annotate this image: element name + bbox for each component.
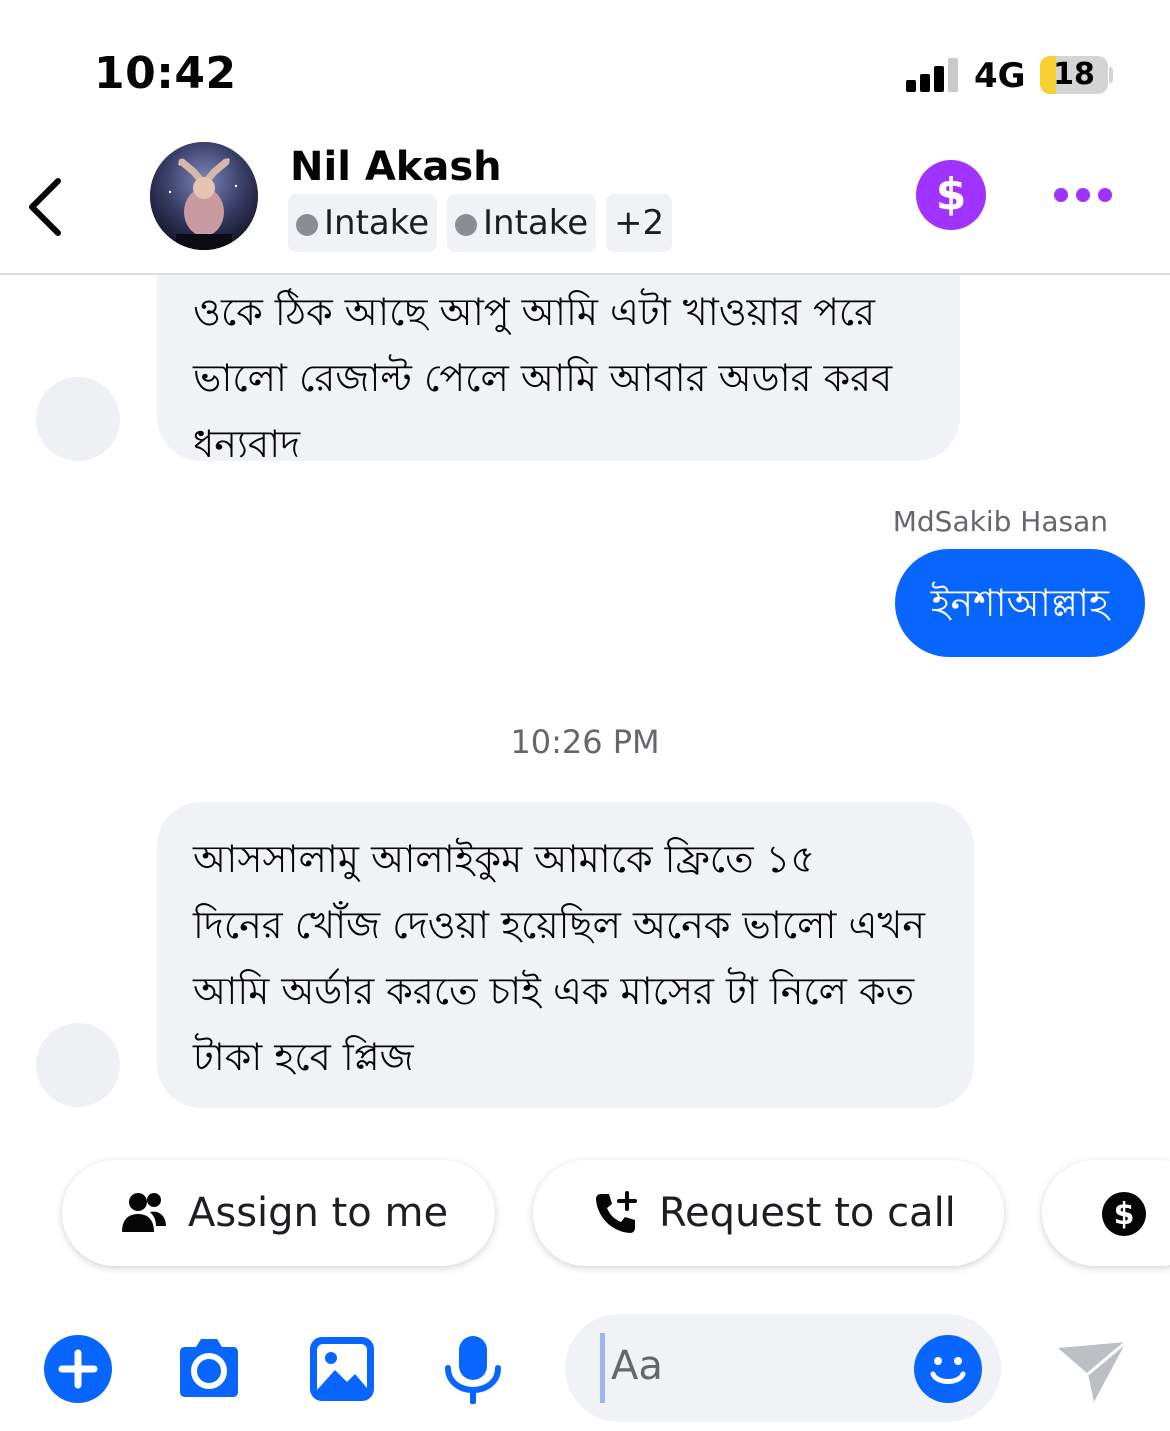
gallery-photo-icon[interactable]	[307, 1334, 377, 1404]
phone-plus-icon	[596, 1191, 637, 1233]
signal-strength-icon	[906, 56, 958, 92]
send-icon[interactable]	[1056, 1340, 1128, 1404]
sender-name: MdSakib Hasan	[892, 505, 1108, 538]
emoji-smile-icon[interactable]	[913, 1334, 983, 1404]
message-line: আমি অর্ডার করতে চাই এক মাসের টা নিলে কত	[193, 969, 915, 1013]
label-chip-intake[interactable]: Intake	[288, 194, 438, 252]
message-thread[interactable]: ওকে ঠিক আছে আপু আমি এটা খাওয়ার পরে ভালো…	[0, 275, 1170, 1135]
message-input-placeholder: Aa	[611, 1343, 663, 1389]
contact-name[interactable]: Nil Akash	[290, 144, 502, 190]
incoming-message-bubble[interactable]: ওকে ঠিক আছে আপু আমি এটা খাওয়ার পরে ভালো…	[157, 275, 960, 466]
message-line: আসসালামু আলাইকুম আমাকে ফ্রিতে ১৫	[193, 837, 815, 881]
people-icon	[122, 1193, 166, 1232]
camera-icon[interactable]	[174, 1334, 244, 1404]
status-time: 10:42	[94, 48, 237, 99]
text-caret	[600, 1333, 605, 1403]
assign-to-me-label: Assign to me	[188, 1190, 449, 1236]
contact-avatar[interactable]	[150, 142, 258, 250]
battery-level: 18	[1053, 57, 1095, 92]
label-dot-icon	[296, 214, 318, 236]
sender-avatar-placeholder	[36, 377, 120, 461]
more-labels-chip[interactable]: +2	[606, 194, 673, 252]
message-line: ধন্যবাদ	[193, 422, 301, 466]
battery-tip	[1109, 67, 1113, 83]
payment-quick-action-button[interactable]: $	[1042, 1160, 1170, 1266]
label-text: Intake	[324, 203, 430, 243]
network-type: 4G	[974, 56, 1026, 96]
battery-icon: 18	[1040, 56, 1108, 94]
message-line: টাকা হবে প্লিজ	[193, 1035, 414, 1079]
label-chip-intake-2[interactable]: Intake	[447, 194, 597, 252]
outgoing-message-bubble[interactable]: ইনশাআল্লাহ	[894, 549, 1145, 657]
back-chevron-icon[interactable]	[22, 175, 72, 239]
add-plus-icon[interactable]	[43, 1334, 113, 1404]
label-dot-icon	[455, 214, 477, 236]
assign-to-me-button[interactable]: Assign to me	[62, 1160, 495, 1266]
request-to-call-label: Request to call	[659, 1190, 956, 1236]
more-options-icon[interactable]	[1054, 180, 1112, 210]
svg-text:$: $	[1114, 1197, 1135, 1232]
message-line: দিনের খোঁজ দেওয়া হয়েছিল অনেক ভালো এখন	[193, 903, 926, 947]
incoming-message-bubble[interactable]: আসসালামু আলাইকুম আমাকে ফ্রিতে ১৫ দিনের খ…	[157, 802, 974, 1108]
dollar-circle-icon: $	[1102, 1192, 1146, 1236]
message-timestamp: 10:26 PM	[510, 723, 660, 761]
payment-button[interactable]: $	[916, 160, 986, 230]
microphone-icon[interactable]	[438, 1334, 508, 1404]
message-line: ভালো রেজাল্ট পেলে আমি আবার অডার করব	[193, 356, 893, 400]
request-to-call-button[interactable]: Request to call	[533, 1160, 1004, 1266]
label-text: Intake	[483, 203, 589, 243]
message-line: ওকে ঠিক আছে আপু আমি এটা খাওয়ার পরে	[193, 290, 876, 334]
sender-avatar-placeholder	[36, 1023, 120, 1107]
avatar-photo-icon	[150, 142, 258, 250]
